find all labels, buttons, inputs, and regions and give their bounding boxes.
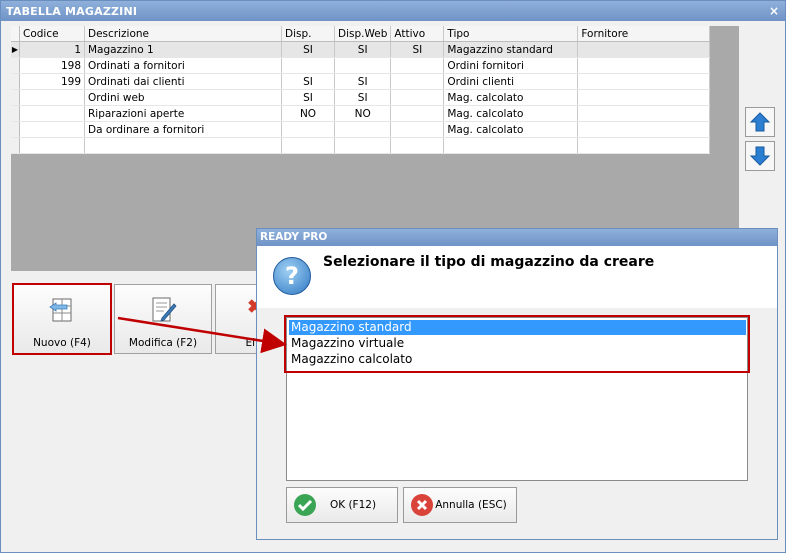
callout-arrow-icon: [117, 316, 287, 354]
